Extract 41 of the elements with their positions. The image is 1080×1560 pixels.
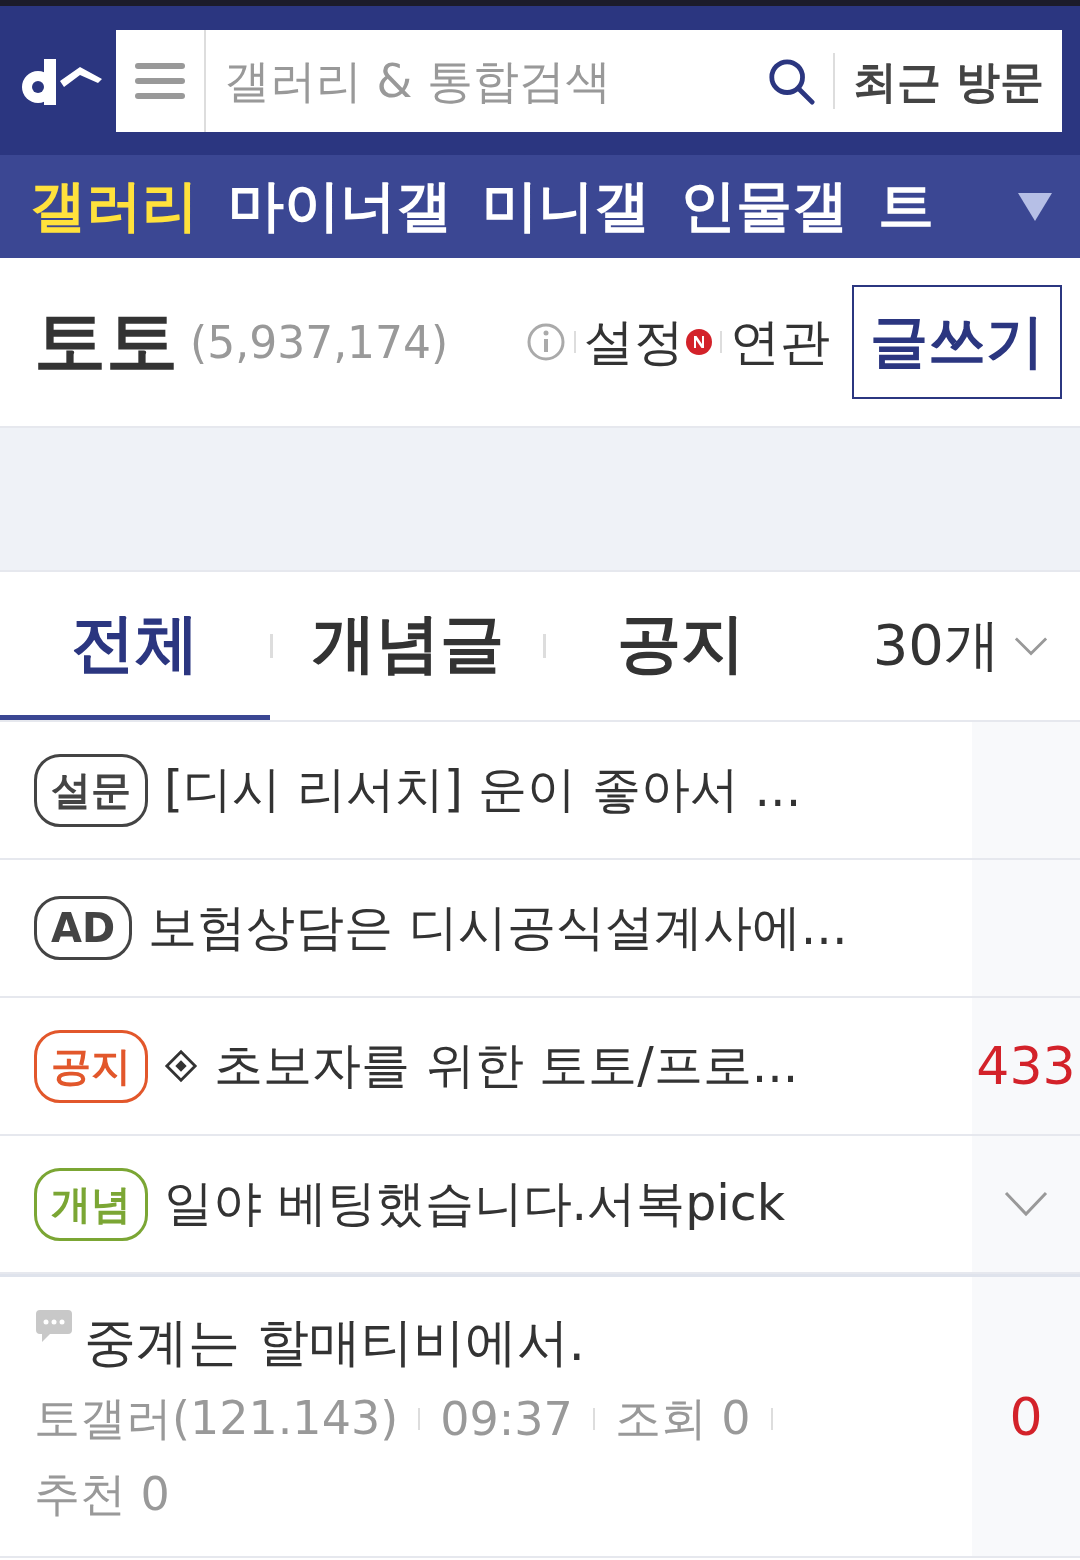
tab[interactable]: 공지 — [546, 572, 816, 720]
post-title[interactable]: 중계는 할매티비에서. — [84, 1307, 586, 1378]
post-tag: 개념 — [34, 1167, 148, 1241]
post-title[interactable]: 일야 베팅했습니다.서복pick — [164, 1171, 786, 1237]
comment-count: 433 — [976, 1036, 1076, 1096]
tab[interactable]: 전체 — [0, 572, 270, 720]
post-row[interactable]: AD 보험상담은 디시공식설계사에... — [0, 860, 1080, 998]
recent-visits-button[interactable]: 최근 방문 — [832, 52, 1062, 109]
search-field[interactable]: 갤러리 & 통합검색 최근 방문 — [116, 29, 1062, 132]
post-tag: AD — [34, 896, 133, 960]
post-title[interactable]: 보험상담은 디시공식설계사에... — [148, 895, 848, 961]
gallery-name: 토토 — [34, 298, 178, 385]
nav-tab[interactable]: 트 — [878, 168, 934, 245]
post-title[interactable]: [디시 리서치] 운이 좋아서 ... — [164, 757, 802, 823]
post-row[interactable]: 개념 일야 베팅했습니다.서복pick — [0, 1136, 1080, 1274]
view-count: 조회 0 — [614, 1389, 751, 1447]
nav-tab[interactable]: 미니갤 — [482, 168, 650, 245]
search-icon[interactable] — [766, 56, 815, 105]
post-author: 토갤러(121.143) — [34, 1389, 399, 1447]
dropdown-triangle-icon[interactable] — [1018, 192, 1052, 221]
write-button[interactable]: 글쓰기 — [852, 285, 1062, 399]
speech-bubble-icon — [34, 1307, 74, 1344]
nav-tab[interactable]: 갤러리 — [30, 168, 198, 245]
post-title[interactable]: 초보자를 위한 토토/프로... — [214, 1033, 799, 1099]
page-size-dropdown[interactable]: 30개 — [872, 608, 1048, 684]
post-row[interactable]: 설문 [디시 리서치] 운이 좋아서 ... — [0, 722, 1080, 860]
post-tag: 공지 — [34, 1029, 148, 1103]
post-count: (5,937,174) — [190, 316, 449, 368]
nav-tab[interactable]: 인물갤 — [680, 168, 848, 245]
chevron-down-icon[interactable] — [1004, 1191, 1048, 1217]
chevron-down-icon — [1014, 636, 1048, 656]
post-row[interactable]: 중계는 할매티비에서. 토갤러(121.143) 09:37 조회 0 추천 0 0 — [0, 1274, 1080, 1558]
post-row[interactable]: 공지 초보자를 위한 토토/프로... 433 — [0, 998, 1080, 1136]
settings-link[interactable]: 설정 — [584, 308, 684, 376]
post-time: 09:37 — [440, 1391, 573, 1446]
nav-tab[interactable]: 마이너갤 — [228, 168, 452, 245]
comment-count: 0 — [1009, 1386, 1043, 1447]
tab[interactable]: 개념글 — [273, 572, 543, 720]
related-link[interactable]: 연관 — [730, 308, 830, 376]
post-tag: 설문 — [34, 753, 148, 827]
recommend-count: 추천 0 — [34, 1465, 170, 1523]
